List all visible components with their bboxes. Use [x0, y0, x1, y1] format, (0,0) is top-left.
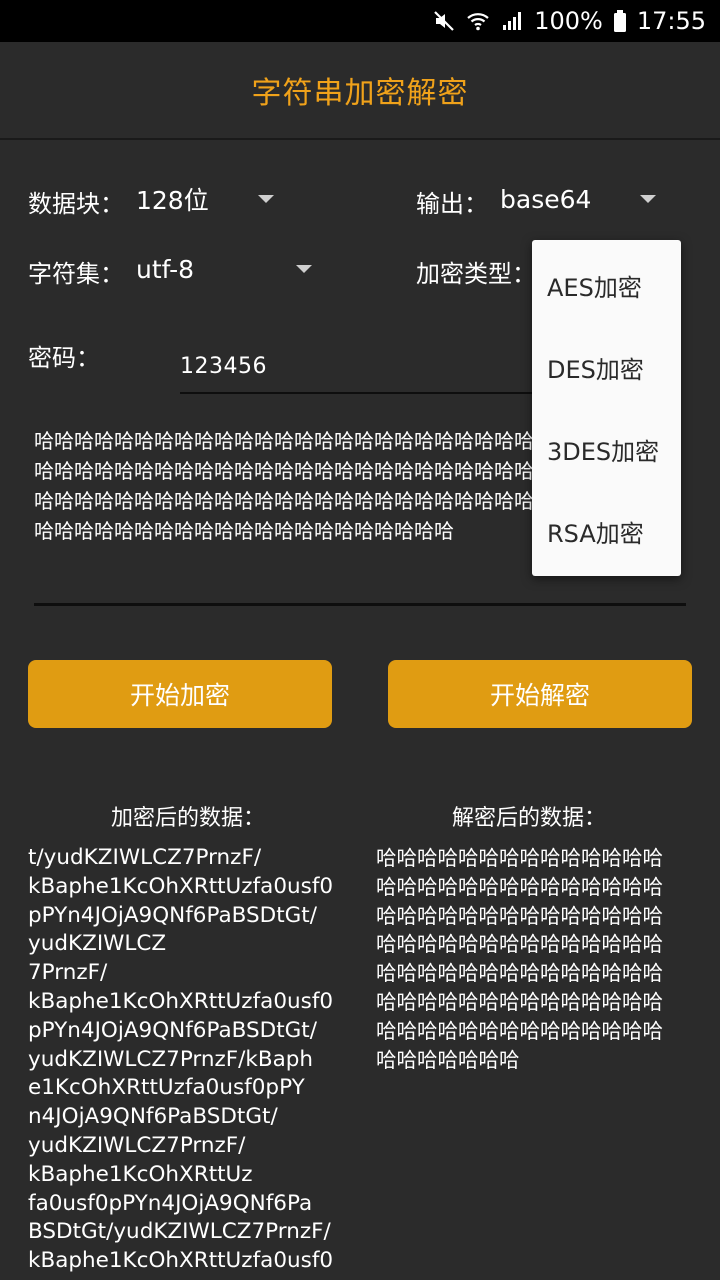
- output-format-spinner[interactable]: base64: [500, 182, 660, 216]
- encrypted-data-output: t/yudKZIWLCZ7PrnzF/ kBaphe1KcOhXRttUzfa0…: [28, 845, 334, 1274]
- encrypted-data-title: 加密后的数据：: [110, 806, 265, 831]
- decrypt-button[interactable]: 开始解密: [388, 660, 692, 728]
- status-bar: 100% 17:55: [0, 0, 720, 42]
- app-bar: 字符串加密解密: [0, 42, 720, 140]
- block-size-label: 数据块：: [28, 190, 124, 218]
- wifi-icon: [466, 9, 490, 33]
- block-size-value: 128位: [136, 186, 209, 215]
- dropdown-item-rsa[interactable]: RSA加密: [532, 490, 681, 572]
- dropdown-item-3des[interactable]: 3DES加密: [532, 408, 681, 490]
- block-size-spinner[interactable]: 128位: [136, 182, 276, 216]
- encryption-type-dropdown: AES加密 DES加密 3DES加密 RSA加密: [532, 240, 681, 576]
- encrypt-button[interactable]: 开始加密: [28, 660, 332, 728]
- output-label: 输出：: [416, 190, 488, 218]
- dropdown-item-aes[interactable]: AES加密: [532, 244, 681, 326]
- clock: 17:55: [636, 7, 706, 35]
- password-label: 密码：: [28, 344, 100, 372]
- decrypted-data-title: 解密后的数据：: [451, 806, 606, 831]
- chevron-down-icon: [640, 195, 656, 203]
- password-input[interactable]: 123456: [180, 340, 540, 394]
- mute-icon: [432, 9, 456, 33]
- output-format-value: base64: [500, 184, 592, 214]
- battery-percent: 100%: [534, 7, 603, 35]
- charset-spinner[interactable]: utf-8: [136, 252, 316, 286]
- charset-label: 字符集：: [28, 260, 124, 288]
- encryption-type-label: 加密类型：: [416, 260, 536, 288]
- chevron-down-icon: [258, 195, 274, 203]
- dropdown-item-des[interactable]: DES加密: [532, 326, 681, 408]
- charset-value: utf-8: [136, 254, 195, 284]
- chevron-down-icon: [296, 265, 312, 273]
- decrypted-data-output: 哈哈哈哈哈哈哈哈哈哈哈哈哈哈哈哈哈哈哈哈哈哈哈哈哈哈哈哈哈哈哈哈哈哈哈哈哈哈哈哈…: [376, 846, 663, 1072]
- page-title: 字符串加密解密: [251, 76, 469, 111]
- battery-icon: [613, 9, 627, 33]
- signal-icon: [500, 9, 524, 33]
